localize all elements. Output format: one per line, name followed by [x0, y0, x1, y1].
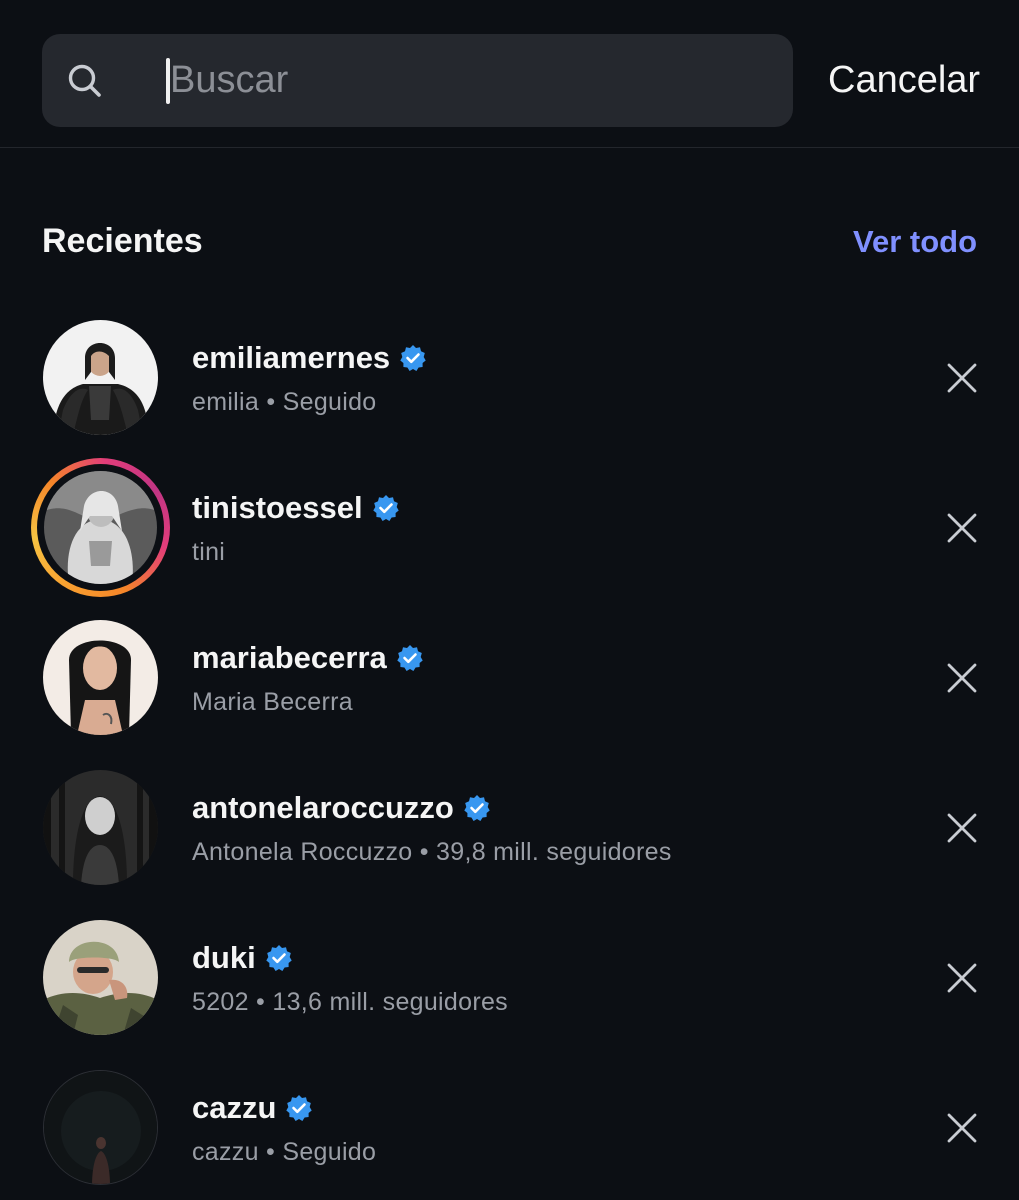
recent-item[interactable]: tinistoessel tini	[0, 450, 1019, 600]
verified-badge-icon	[286, 1095, 313, 1121]
close-icon[interactable]	[943, 959, 981, 997]
close-icon[interactable]	[943, 659, 981, 697]
user-subtitle: cazzu • Seguido	[192, 1138, 377, 1166]
search-input[interactable]	[170, 34, 770, 127]
section-title: Recientes	[42, 222, 203, 260]
recent-item-text: tinistoessel tini	[192, 488, 400, 567]
cancel-button[interactable]: Cancelar	[828, 52, 980, 108]
close-icon[interactable]	[943, 809, 981, 847]
recent-item[interactable]: antonelaroccuzzo Antonela Roccuzzo • 39,…	[0, 750, 1019, 900]
verified-badge-icon	[400, 345, 426, 371]
search-bar[interactable]	[42, 34, 793, 127]
avatar[interactable]	[43, 920, 158, 1035]
avatar	[44, 471, 157, 584]
verified-badge-icon	[464, 795, 490, 821]
username: cazzu	[192, 1090, 277, 1125]
recent-item[interactable]: duki 5202 • 13,6 mill. seguidores	[0, 900, 1019, 1050]
search-screen: Cancelar Recientes Ver todo emiliamernes	[0, 0, 1019, 1200]
avatar[interactable]	[43, 320, 158, 435]
recent-item-text: cazzu cazzu • Seguido	[192, 1088, 376, 1167]
username: emiliamernes	[192, 340, 391, 375]
user-subtitle: Maria Becerra	[192, 688, 353, 716]
header-divider	[0, 147, 1019, 148]
verified-badge-icon	[266, 945, 292, 971]
close-icon[interactable]	[943, 359, 981, 397]
search-icon	[68, 64, 101, 97]
verified-badge-icon	[397, 645, 423, 671]
username: antonelaroccuzzo	[192, 790, 454, 825]
username: tinistoessel	[192, 490, 363, 525]
avatar-story-ring[interactable]	[31, 458, 170, 597]
recent-item-text: duki 5202 • 13,6 mill. seguidores	[192, 938, 508, 1017]
avatar[interactable]	[43, 620, 158, 735]
user-subtitle: Antonela Roccuzzo • 39,8 mill. seguidore…	[192, 838, 672, 866]
avatar[interactable]	[43, 1070, 158, 1185]
user-subtitle: emilia • Seguido	[192, 388, 377, 416]
recent-item-text: antonelaroccuzzo Antonela Roccuzzo • 39,…	[192, 788, 672, 867]
recent-item-text: emiliamernes emilia • Seguido	[192, 338, 427, 417]
avatar[interactable]	[43, 770, 158, 885]
recent-item[interactable]: mariabecerra Maria Becerra	[0, 600, 1019, 750]
close-icon[interactable]	[943, 509, 981, 547]
close-icon[interactable]	[943, 1109, 981, 1147]
see-all-link[interactable]: Ver todo	[853, 224, 977, 260]
user-subtitle: tini	[192, 538, 226, 566]
recent-item-text: mariabecerra Maria Becerra	[192, 638, 424, 717]
user-subtitle: 5202 • 13,6 mill. seguidores	[192, 988, 508, 1016]
verified-badge-icon	[372, 495, 399, 521]
recent-item[interactable]: cazzu cazzu • Seguido	[0, 1050, 1019, 1200]
recent-item[interactable]: emiliamernes emilia • Seguido	[0, 300, 1019, 450]
username: mariabecerra	[192, 640, 387, 675]
username: duki	[192, 940, 256, 975]
